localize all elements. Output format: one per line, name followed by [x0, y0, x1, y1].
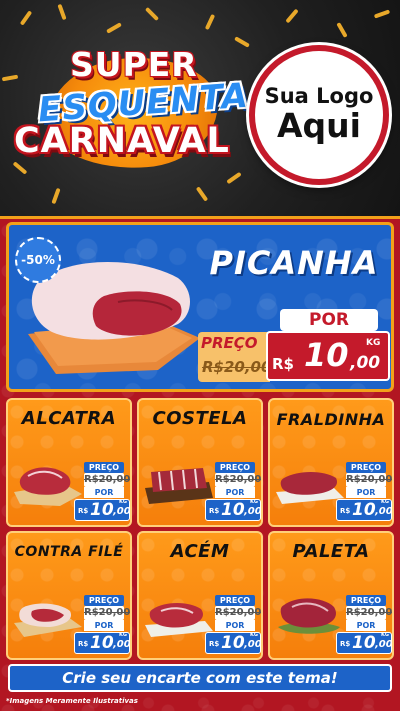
confetti-decoration [144, 6, 160, 22]
unit: KG [250, 632, 258, 638]
price-box: R$ 10 ,00 KG [205, 499, 261, 521]
price-integer: 10 [221, 500, 245, 520]
price-decimal: ,00 [375, 506, 393, 517]
hero-product-name: PICANHA [209, 244, 379, 282]
product-name: FRALDINHA [276, 410, 386, 429]
por-label: POR [346, 487, 386, 498]
hero-price-decimal: ,00 [350, 353, 381, 373]
hero-price-integer: 10 [304, 336, 349, 374]
title-line-3: CARNAVAL [14, 121, 230, 161]
old-price: R$20,00 [346, 606, 393, 620]
product-name: CONTRA FILÉ [14, 544, 124, 560]
por-label: POR [84, 487, 124, 498]
confetti-decoration [285, 8, 299, 24]
price-integer: 10 [90, 500, 114, 520]
product-card-costela[interactable]: COSTELA PREÇO R$20,00 POR R$ 10 ,00 KG [137, 398, 263, 527]
product-card-contra-file[interactable]: CONTRA FILÉ PREÇO R$20,00 POR R$ 10 ,00 … [6, 531, 132, 660]
product-card-acem[interactable]: ACÉM PREÇO R$20,00 POR R$ 10 ,00 KG [137, 531, 263, 660]
product-name: PALETA [292, 541, 370, 562]
product-name: COSTELA [152, 408, 248, 429]
unit: KG [119, 499, 127, 505]
logo-text-line-1: Sua Logo [264, 84, 374, 109]
old-price: R$20,00 [84, 606, 131, 620]
logo-text-line-2: Aqui [277, 106, 361, 146]
price-box: R$ 10 ,00 KG [336, 632, 392, 654]
price-decimal: ,00 [113, 506, 131, 517]
hero-por-label: POR [280, 309, 378, 331]
title-line-1: SUPER [70, 45, 198, 84]
product-card-alcatra[interactable]: ALCATRA PREÇO R$20,00 POR R$ 10 ,00 KG [6, 398, 132, 527]
currency: R$ [209, 507, 220, 515]
preco-label: PREÇO [346, 595, 386, 606]
confetti-decoration [195, 186, 209, 202]
old-price: R$20,00 [215, 473, 262, 487]
confetti-decoration [19, 10, 33, 26]
unit: KG [381, 632, 389, 638]
old-price: R$20,00 [346, 473, 393, 487]
price-integer: 10 [352, 500, 376, 520]
price-decimal: ,00 [244, 506, 262, 517]
unit: KG [381, 499, 389, 505]
product-card-paleta[interactable]: PALETA PREÇO R$20,00 POR R$ 10 ,00 KG [268, 531, 394, 660]
confetti-decoration [57, 3, 67, 21]
price-integer: 10 [221, 633, 245, 653]
price-decimal: ,00 [375, 639, 393, 650]
price-box: R$ 10 ,00 KG [205, 632, 261, 654]
hero-currency: R$ [272, 355, 294, 373]
disclaimer-text: *Imagens Meramente Ilustrativas [6, 697, 138, 705]
price-decimal: ,00 [113, 639, 131, 650]
confetti-decoration [106, 22, 122, 34]
product-name: ALCATRA [21, 408, 117, 429]
old-price: R$20,00 [215, 606, 262, 620]
hero-unit: KG [366, 338, 381, 348]
currency: R$ [209, 640, 220, 648]
confetti-decoration [373, 9, 391, 19]
preco-label: PREÇO [215, 462, 255, 473]
currency: R$ [78, 640, 89, 648]
product-name: ACÉM [170, 541, 230, 562]
preco-label: PREÇO [215, 595, 255, 606]
por-label: POR [84, 620, 124, 631]
product-card-fraldinha[interactable]: FRALDINHA PREÇO R$20,00 POR R$ 10 ,00 KG [268, 398, 394, 527]
old-price: R$20,00 [84, 473, 131, 487]
currency: R$ [78, 507, 89, 515]
unit: KG [250, 499, 258, 505]
por-label: POR [215, 620, 255, 631]
price-decimal: ,00 [244, 639, 262, 650]
campaign-title: SUPER ESQUENTA CARNAVAL [8, 40, 253, 174]
por-label: POR [215, 487, 255, 498]
currency: R$ [340, 640, 351, 648]
logo-placeholder[interactable]: Sua Logo Aqui [249, 45, 389, 185]
price-box: R$ 10 ,00 KG [74, 499, 130, 521]
preco-label: PREÇO [84, 595, 124, 606]
header-banner: SUPER ESQUENTA CARNAVAL Sua Logo Aqui [0, 0, 400, 216]
por-label: POR [346, 620, 386, 631]
hero-preco-label: PREÇO [201, 334, 258, 352]
price-box: R$ 10 ,00 KG [74, 632, 130, 654]
discount-seal: -50% [15, 237, 61, 283]
confetti-decoration [336, 22, 348, 38]
confetti-decoration [51, 187, 61, 205]
price-integer: 10 [90, 633, 114, 653]
confetti-decoration [204, 13, 216, 31]
currency: R$ [340, 507, 351, 515]
preco-label: PREÇO [346, 462, 386, 473]
hero-old-price: R$20,00 [202, 358, 272, 376]
price-box: R$ 10 ,00 KG [336, 499, 392, 521]
preco-label: PREÇO [84, 462, 124, 473]
price-integer: 10 [352, 633, 376, 653]
cta-button[interactable]: Crie seu encarte com este tema! [8, 664, 392, 692]
confetti-decoration [226, 171, 242, 185]
unit: KG [119, 632, 127, 638]
